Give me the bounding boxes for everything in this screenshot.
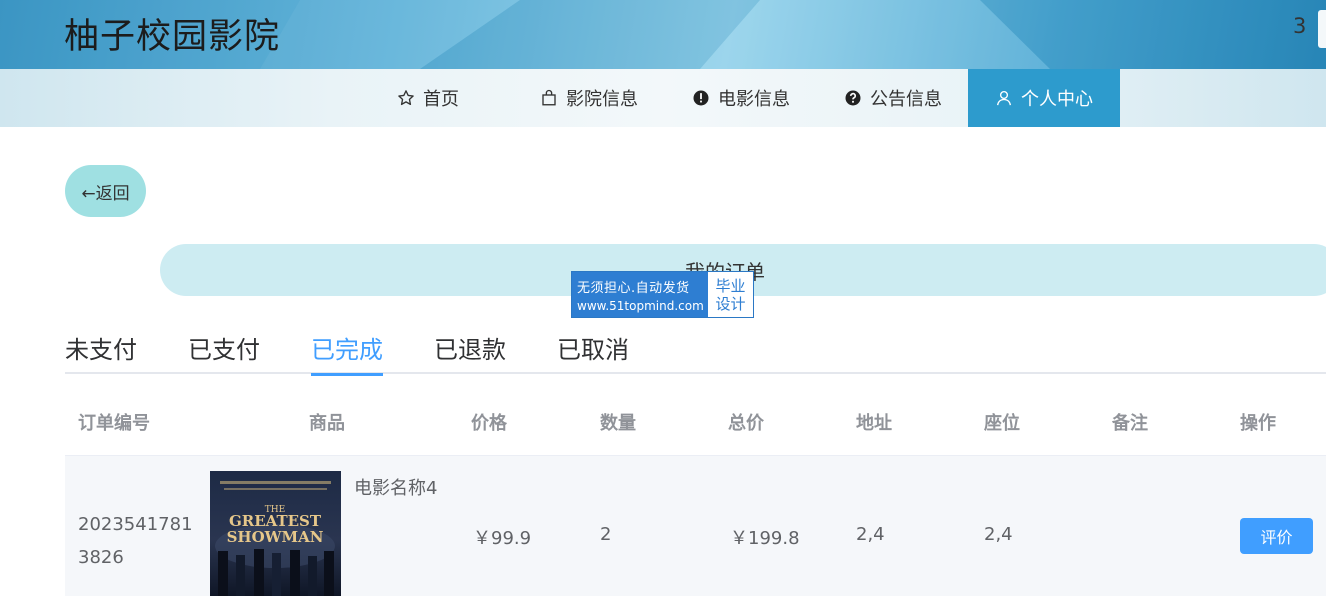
poster-text-showman: SHOWMAN — [227, 528, 324, 546]
unit-price: ￥99.9 — [473, 528, 532, 549]
order-number: 20235417813826 — [78, 514, 193, 568]
tab-completed[interactable]: 已完成 — [311, 330, 383, 376]
shopping-bag-icon — [540, 89, 558, 107]
nav-movie-info[interactable]: 电影信息 — [670, 69, 812, 127]
site-title: 柚子校园影院 — [64, 17, 281, 57]
watermark-tag: 毕业 设计 — [708, 272, 753, 317]
header-banner: 柚子校园影院 3 — [0, 0, 1326, 69]
watermark-text: 无须担心.自动发货 www.51topmind.com — [572, 272, 708, 317]
question-circle-icon — [844, 89, 862, 107]
quantity: 2 — [600, 524, 612, 545]
column-header: 商品 — [309, 413, 345, 434]
nav-personal-center-label: 个人中心 — [1021, 89, 1093, 110]
nav-personal-center[interactable]: 个人中心 — [968, 69, 1120, 127]
column-header: 订单编号 — [78, 413, 150, 434]
watermark-badge1: 毕业 — [715, 276, 746, 295]
tab-cancelled[interactable]: 已取消 — [557, 330, 629, 374]
column-header: 座位 — [984, 413, 1020, 434]
watermark-badge: 无须担心.自动发货 www.51topmind.com 毕业 设计 — [571, 271, 754, 318]
nav-announcements[interactable]: 公告信息 — [822, 69, 964, 127]
column-header: 地址 — [856, 413, 892, 434]
nav-announcements-label: 公告信息 — [870, 89, 942, 110]
seat: 2,4 — [984, 524, 1013, 545]
column-header: 总价 — [728, 413, 764, 434]
tab-paid[interactable]: 已支付 — [188, 330, 260, 374]
star-icon — [397, 89, 415, 107]
product-name: 电影名称4 — [354, 478, 438, 499]
column-header: 数量 — [600, 413, 636, 434]
back-button[interactable]: ←返回 — [65, 165, 146, 217]
nav-cinema-info[interactable]: 影院信息 — [518, 69, 660, 127]
movie-poster[interactable]: THE GREATEST SHOWMAN — [210, 471, 341, 596]
table-row: 20235417813826 THE GREATEST SHOWMAN 电影名称… — [65, 456, 1326, 596]
total-price: ￥199.8 — [730, 528, 800, 549]
column-header: 备注 — [1112, 413, 1148, 434]
nav-movie-info-label: 电影信息 — [718, 89, 790, 110]
main-nav: 首页 影院信息 电影信息 公告信息 个人中心 — [0, 69, 1326, 127]
user-icon — [995, 89, 1013, 107]
order-status-tabs: 未支付 已支付 已完成 已退款 已取消 — [65, 330, 1326, 376]
table-header: 订单编号 商品 价格 数量 总价 地址 座位 备注 操作 — [65, 396, 1326, 456]
nav-cinema-info-label: 影院信息 — [566, 89, 638, 110]
watermark-line2: www.51topmind.com — [577, 298, 704, 313]
watermark-badge2: 设计 — [715, 294, 746, 313]
tab-unpaid[interactable]: 未支付 — [65, 330, 137, 374]
corner-indicator: 3 — [1293, 14, 1307, 38]
tab-refunded[interactable]: 已退款 — [434, 330, 506, 374]
watermark-line1: 无须担心.自动发货 — [577, 280, 690, 296]
poster-art: THE GREATEST SHOWMAN — [210, 471, 341, 596]
nav-home[interactable]: 首页 — [365, 69, 491, 127]
column-header: 操作 — [1240, 413, 1276, 434]
corner-tab[interactable] — [1318, 10, 1326, 48]
nav-home-label: 首页 — [423, 89, 459, 110]
address: 2,4 — [856, 524, 885, 545]
exclamation-circle-icon — [692, 89, 710, 107]
review-button[interactable]: 评价 — [1240, 518, 1313, 554]
column-header: 价格 — [471, 413, 507, 434]
